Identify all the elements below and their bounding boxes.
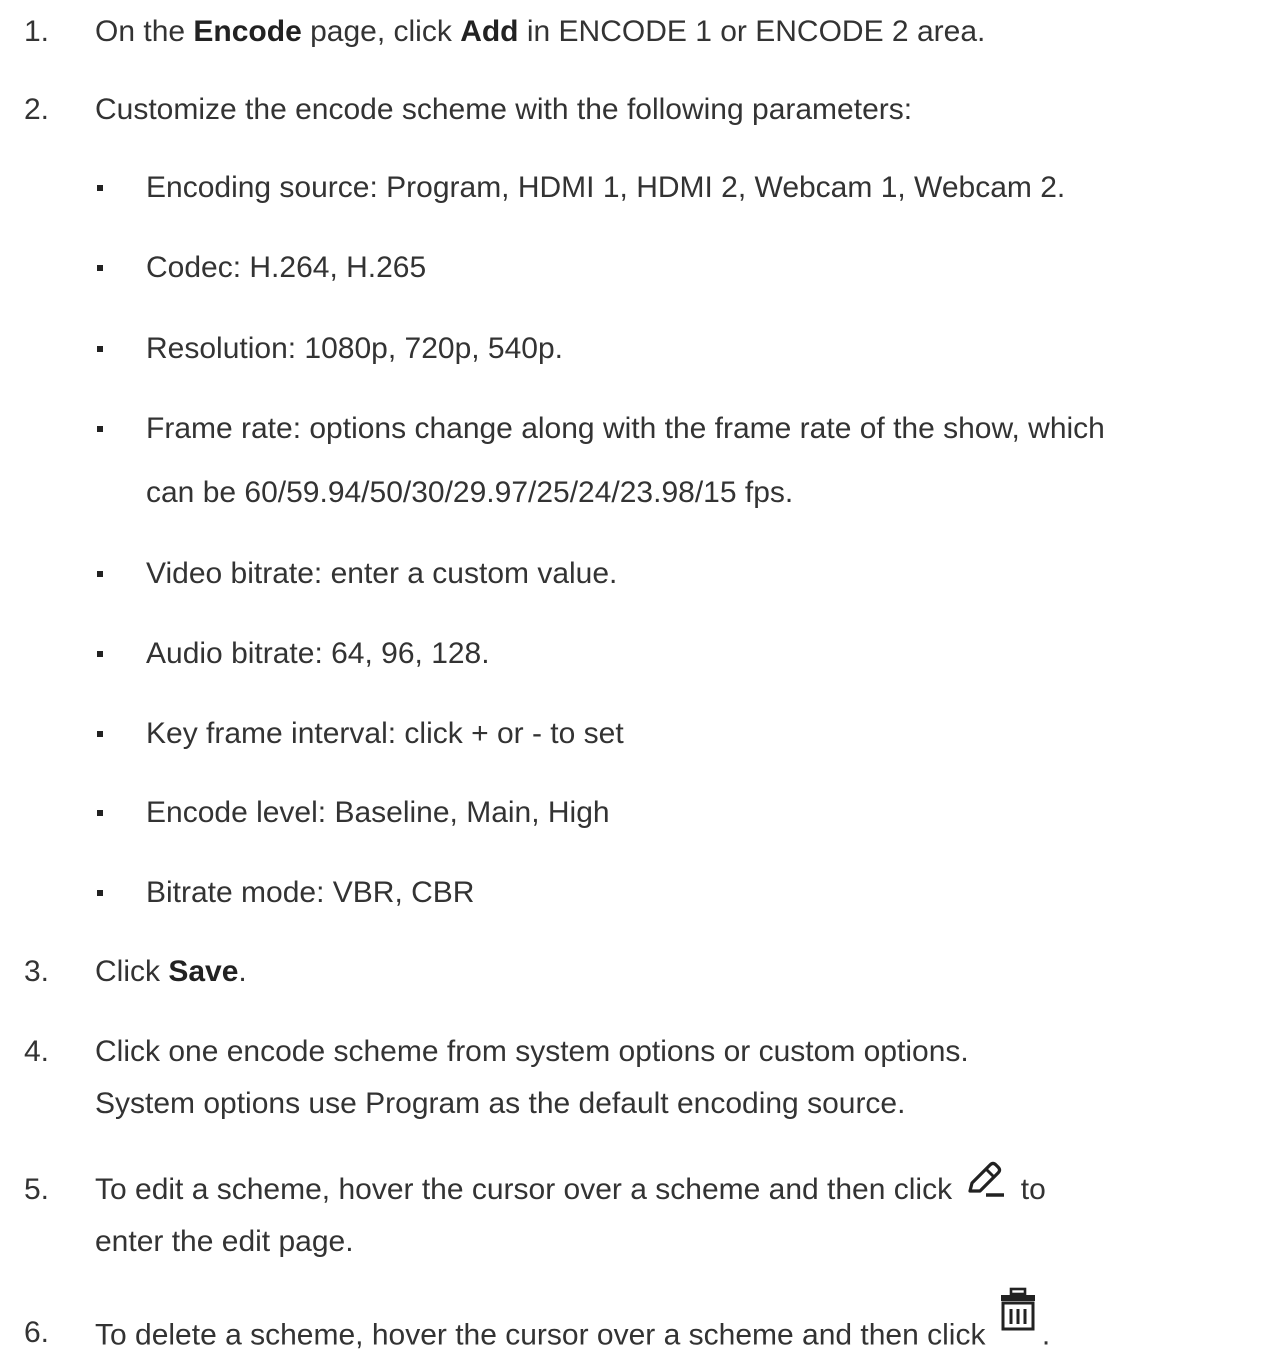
bullet-text: Bitrate mode: VBR, CBR (146, 876, 475, 909)
bullet-marker (97, 731, 103, 737)
step-text: enter the edit page. (95, 1225, 354, 1258)
step-number: 6. (24, 1316, 50, 1349)
text-segment: page, click (301, 15, 461, 48)
bullet-marker (97, 651, 103, 657)
text-segment: To edit a scheme, hover the cursor over … (95, 1173, 961, 1206)
bullet-text: Video bitrate: enter a custom value. (146, 557, 618, 590)
step-number: 4. (24, 1035, 50, 1068)
step-number: 3. (24, 955, 50, 988)
step-text: To delete a scheme, hover the cursor ove… (95, 1287, 1255, 1370)
text-segment: in ENCODE 1 or ENCODE 2 area. (518, 15, 986, 48)
save-button-name: Save (168, 955, 239, 988)
step-number: 5. (24, 1173, 50, 1206)
bullet-text: Encode level: Baseline, Main, High (146, 796, 610, 829)
text-segment: Click (95, 955, 169, 988)
bullet-marker (97, 426, 103, 432)
text-segment: . (238, 955, 247, 988)
step-number: 1. (24, 15, 50, 48)
bullet-text: can be 60/59.94/50/30/29.97/25/24/23.98/… (146, 476, 794, 509)
step-text: System options use Program as the defaul… (95, 1087, 906, 1120)
add-button-name: Add (460, 15, 519, 48)
step-text: Customize the encode scheme with the fol… (95, 93, 913, 126)
bullet-text: Audio bitrate: 64, 96, 128. (146, 637, 490, 670)
bullet-text: Key frame interval: click + or - to set (146, 717, 624, 750)
bullet-marker (97, 890, 103, 896)
bullet-marker (97, 810, 103, 816)
step-text: Click Save. (95, 942, 1255, 1002)
text-segment: On the (95, 15, 194, 48)
bullet-text: Resolution: 1080p, 720p, 540p. (146, 332, 563, 365)
step-text: Click one encode scheme from system opti… (95, 1035, 969, 1068)
trash-icon (998, 1287, 1038, 1354)
bullet-text: Codec: H.264, H.265 (146, 251, 427, 284)
bullet-text: Encoding source: Program, HDMI 1, HDMI 2… (146, 171, 1066, 204)
bullet-marker (97, 185, 103, 191)
bullet-marker (97, 346, 103, 352)
bullet-text: Frame rate: options change along with th… (146, 412, 1105, 445)
text-segment: to (1012, 1173, 1046, 1206)
text-segment: . (1041, 1318, 1051, 1352)
bullet-marker (97, 571, 103, 577)
bullet-marker (97, 265, 103, 271)
step-number: 2. (24, 93, 50, 126)
step-text: On the Encode page, click Add in ENCODE … (95, 2, 1255, 62)
text-segment: To delete a scheme, hover the cursor ove… (95, 1318, 994, 1352)
encode-page-name: Encode (193, 15, 302, 48)
